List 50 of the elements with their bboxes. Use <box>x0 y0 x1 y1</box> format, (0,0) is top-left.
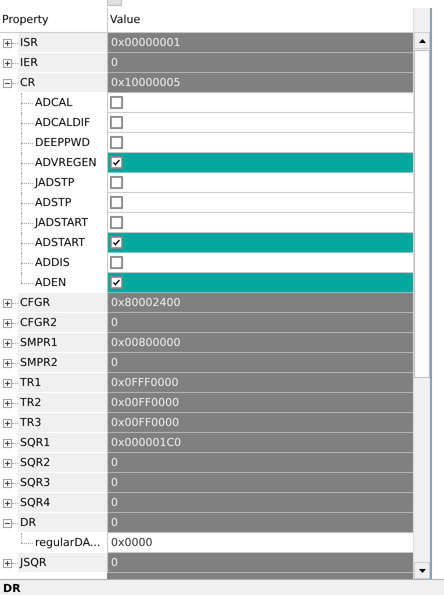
checkbox[interactable] <box>110 116 123 129</box>
property-name[interactable]: CFGR <box>18 293 107 313</box>
column-header: Property <box>0 8 108 32</box>
property-name[interactable]: CR <box>18 73 107 93</box>
description-title: DR <box>0 579 444 595</box>
property-name[interactable]: TR3 <box>18 413 107 433</box>
expand-icon[interactable] <box>3 438 12 448</box>
checkbox[interactable] <box>110 236 123 249</box>
expand-icon[interactable] <box>3 418 12 428</box>
expand-icon[interactable] <box>3 298 12 308</box>
property-name[interactable]: TR1 <box>18 373 107 393</box>
checkbox[interactable] <box>110 156 123 169</box>
checkbox[interactable] <box>110 136 123 149</box>
value-cell[interactable]: 0x0000 <box>107 533 414 553</box>
property-name[interactable]: TR2 <box>18 393 107 413</box>
expand-icon[interactable] <box>3 38 12 48</box>
expand-icon[interactable] <box>3 458 12 468</box>
expand-icon[interactable] <box>3 58 12 68</box>
property-name[interactable]: SQR2 <box>18 453 107 473</box>
expand-icon[interactable] <box>3 558 12 568</box>
property-name[interactable]: SMPR2 <box>18 353 107 373</box>
scroll-up-icon[interactable] <box>418 38 426 42</box>
expand-icon[interactable] <box>3 318 12 328</box>
property-name[interactable]: IER <box>18 53 107 73</box>
property-name[interactable]: ISR <box>18 33 107 53</box>
collapse-icon[interactable] <box>3 518 12 528</box>
property-name[interactable]: DR <box>18 513 107 533</box>
expand-icon[interactable] <box>3 498 12 508</box>
checkbox[interactable] <box>110 276 123 289</box>
scroll-down-icon[interactable] <box>418 568 426 572</box>
expand-icon[interactable] <box>3 398 12 408</box>
checkbox[interactable] <box>110 256 123 269</box>
scrollbar[interactable] <box>413 8 430 579</box>
expand-icon[interactable] <box>3 358 12 368</box>
expand-icon[interactable] <box>3 478 12 488</box>
expand-icon[interactable] <box>3 338 12 348</box>
property-name[interactable]: SQR4 <box>18 493 107 513</box>
collapse-icon[interactable] <box>3 78 12 88</box>
checkbox[interactable] <box>110 216 123 229</box>
property-name[interactable]: CFGR2 <box>18 313 107 333</box>
column-header: Value <box>109 12 140 28</box>
property-name[interactable]: SQR3 <box>18 473 107 493</box>
checkbox[interactable] <box>110 176 123 189</box>
expand-icon[interactable] <box>3 378 12 388</box>
scroll-thumb[interactable] <box>414 50 430 378</box>
property-name[interactable]: SQR1 <box>18 433 107 453</box>
property-name[interactable]: SMPR1 <box>18 333 107 353</box>
checkbox[interactable] <box>110 96 123 109</box>
checkbox[interactable] <box>110 196 123 209</box>
property-name[interactable]: JSQR <box>18 553 107 573</box>
